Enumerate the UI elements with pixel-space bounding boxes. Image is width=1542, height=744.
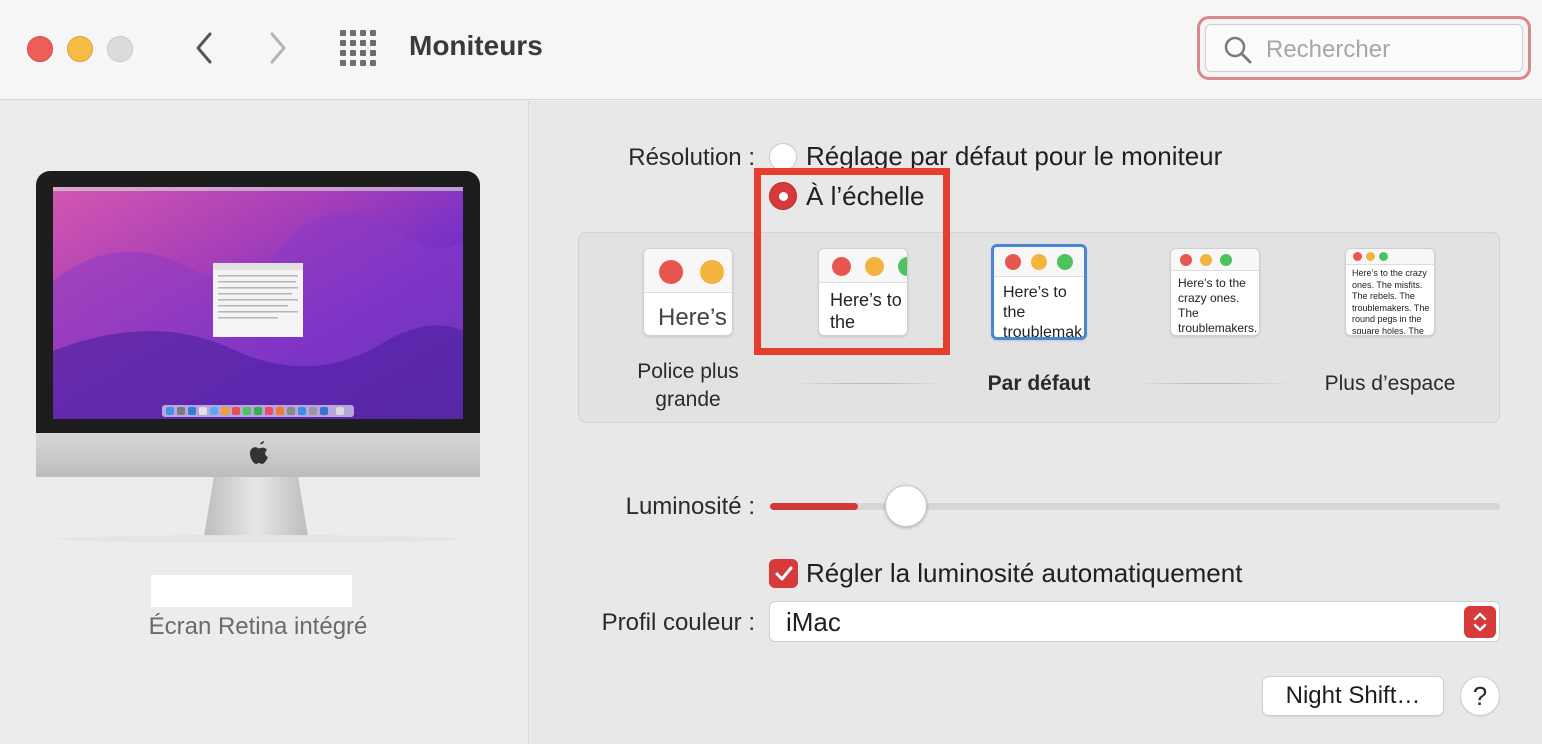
scale-option-sample-text: Here’s xyxy=(658,304,727,331)
back-button[interactable] xyxy=(184,28,224,68)
grid-dot xyxy=(340,30,346,36)
scale-option-sample-text: Here’s to the crazy ones. The misfits. T… xyxy=(1352,268,1430,334)
color-profile-label: Profil couleur : xyxy=(601,609,755,636)
close-window-button[interactable] xyxy=(27,36,53,62)
grid-dot xyxy=(350,30,356,36)
auto-brightness-label[interactable]: Régler la luminosité automatiquement xyxy=(806,558,1242,589)
zoom-window-button[interactable] xyxy=(107,36,133,62)
magnifier-icon xyxy=(1224,36,1252,64)
grid-dot xyxy=(370,50,376,56)
color-profile-select[interactable]: iMac xyxy=(769,601,1500,642)
night-shift-button[interactable]: Night Shift… xyxy=(1262,676,1444,716)
scale-option-default[interactable]: Here’s to the troublemakers. The round p… xyxy=(991,244,1087,340)
show-all-button[interactable] xyxy=(340,30,380,70)
scale-option-larger-text[interactable]: Here’s xyxy=(643,248,733,336)
select-stepper-icon xyxy=(1464,606,1496,638)
grid-dot xyxy=(350,60,356,66)
resolution-label: Résolution : xyxy=(628,144,755,171)
display-caption: Écran Retina intégré xyxy=(148,613,368,640)
scale-divider xyxy=(1134,383,1292,384)
grid-dot xyxy=(370,30,376,36)
scaling-options: Here’s Here’s to the troublemakers. Here… xyxy=(578,232,1500,423)
search-placeholder: Rechercher xyxy=(1266,36,1391,63)
scale-option-4[interactable]: Here’s to the crazy ones. The troublemak… xyxy=(1170,248,1260,336)
scale-label-default: Par défaut xyxy=(987,372,1091,395)
grid-dot xyxy=(340,60,346,66)
settings-panel: Résolution : Réglage par défaut pour le … xyxy=(530,101,1542,744)
scale-label-larger-text: Police plus grande xyxy=(637,360,739,411)
grid-dot xyxy=(340,50,346,56)
toolbar: Moniteurs Rechercher xyxy=(0,0,1542,100)
scale-label-more-space: Plus d’espace xyxy=(1324,372,1456,395)
forward-button[interactable] xyxy=(258,28,298,68)
window-title: Moniteurs xyxy=(409,30,543,61)
color-profile-value: iMac xyxy=(786,607,841,637)
scale-option-sample-text: Here’s to the crazy ones. The troublemak… xyxy=(1178,276,1258,334)
help-button[interactable]: ? xyxy=(1460,676,1500,716)
brightness-slider-fill xyxy=(770,503,858,510)
brightness-slider[interactable] xyxy=(770,485,1500,527)
chevron-right-icon xyxy=(270,32,286,64)
grid-dot xyxy=(350,40,356,46)
grid-dot xyxy=(340,40,346,46)
brightness-slider-knob[interactable] xyxy=(884,485,927,527)
grid-dot xyxy=(370,40,376,46)
imac-image xyxy=(36,171,480,543)
search-field[interactable]: Rechercher xyxy=(1197,16,1531,80)
grid-dot xyxy=(360,60,366,66)
scale-option-more-space[interactable]: Here’s to the crazy ones. The misfits. T… xyxy=(1345,248,1435,336)
grid-dot xyxy=(350,50,356,56)
brightness-label: Luminosité : xyxy=(625,493,755,520)
scale-option-sample-text: Here’s to the troublemakers. The round p… xyxy=(1003,284,1083,337)
annotation-highlight-box xyxy=(754,168,950,355)
grid-dot xyxy=(360,50,366,56)
display-name-field xyxy=(151,575,352,607)
grid-dot xyxy=(360,40,366,46)
minimize-window-button[interactable] xyxy=(67,36,93,62)
resolution-default-radio[interactable] xyxy=(769,143,797,171)
checkmark-icon xyxy=(775,566,792,580)
display-preview-panel: Écran Retina intégré xyxy=(0,101,529,744)
grid-dot xyxy=(360,30,366,36)
scale-divider xyxy=(794,383,944,384)
grid-dot xyxy=(370,60,376,66)
chevron-left-icon xyxy=(196,32,212,64)
auto-brightness-checkbox[interactable] xyxy=(769,559,798,588)
